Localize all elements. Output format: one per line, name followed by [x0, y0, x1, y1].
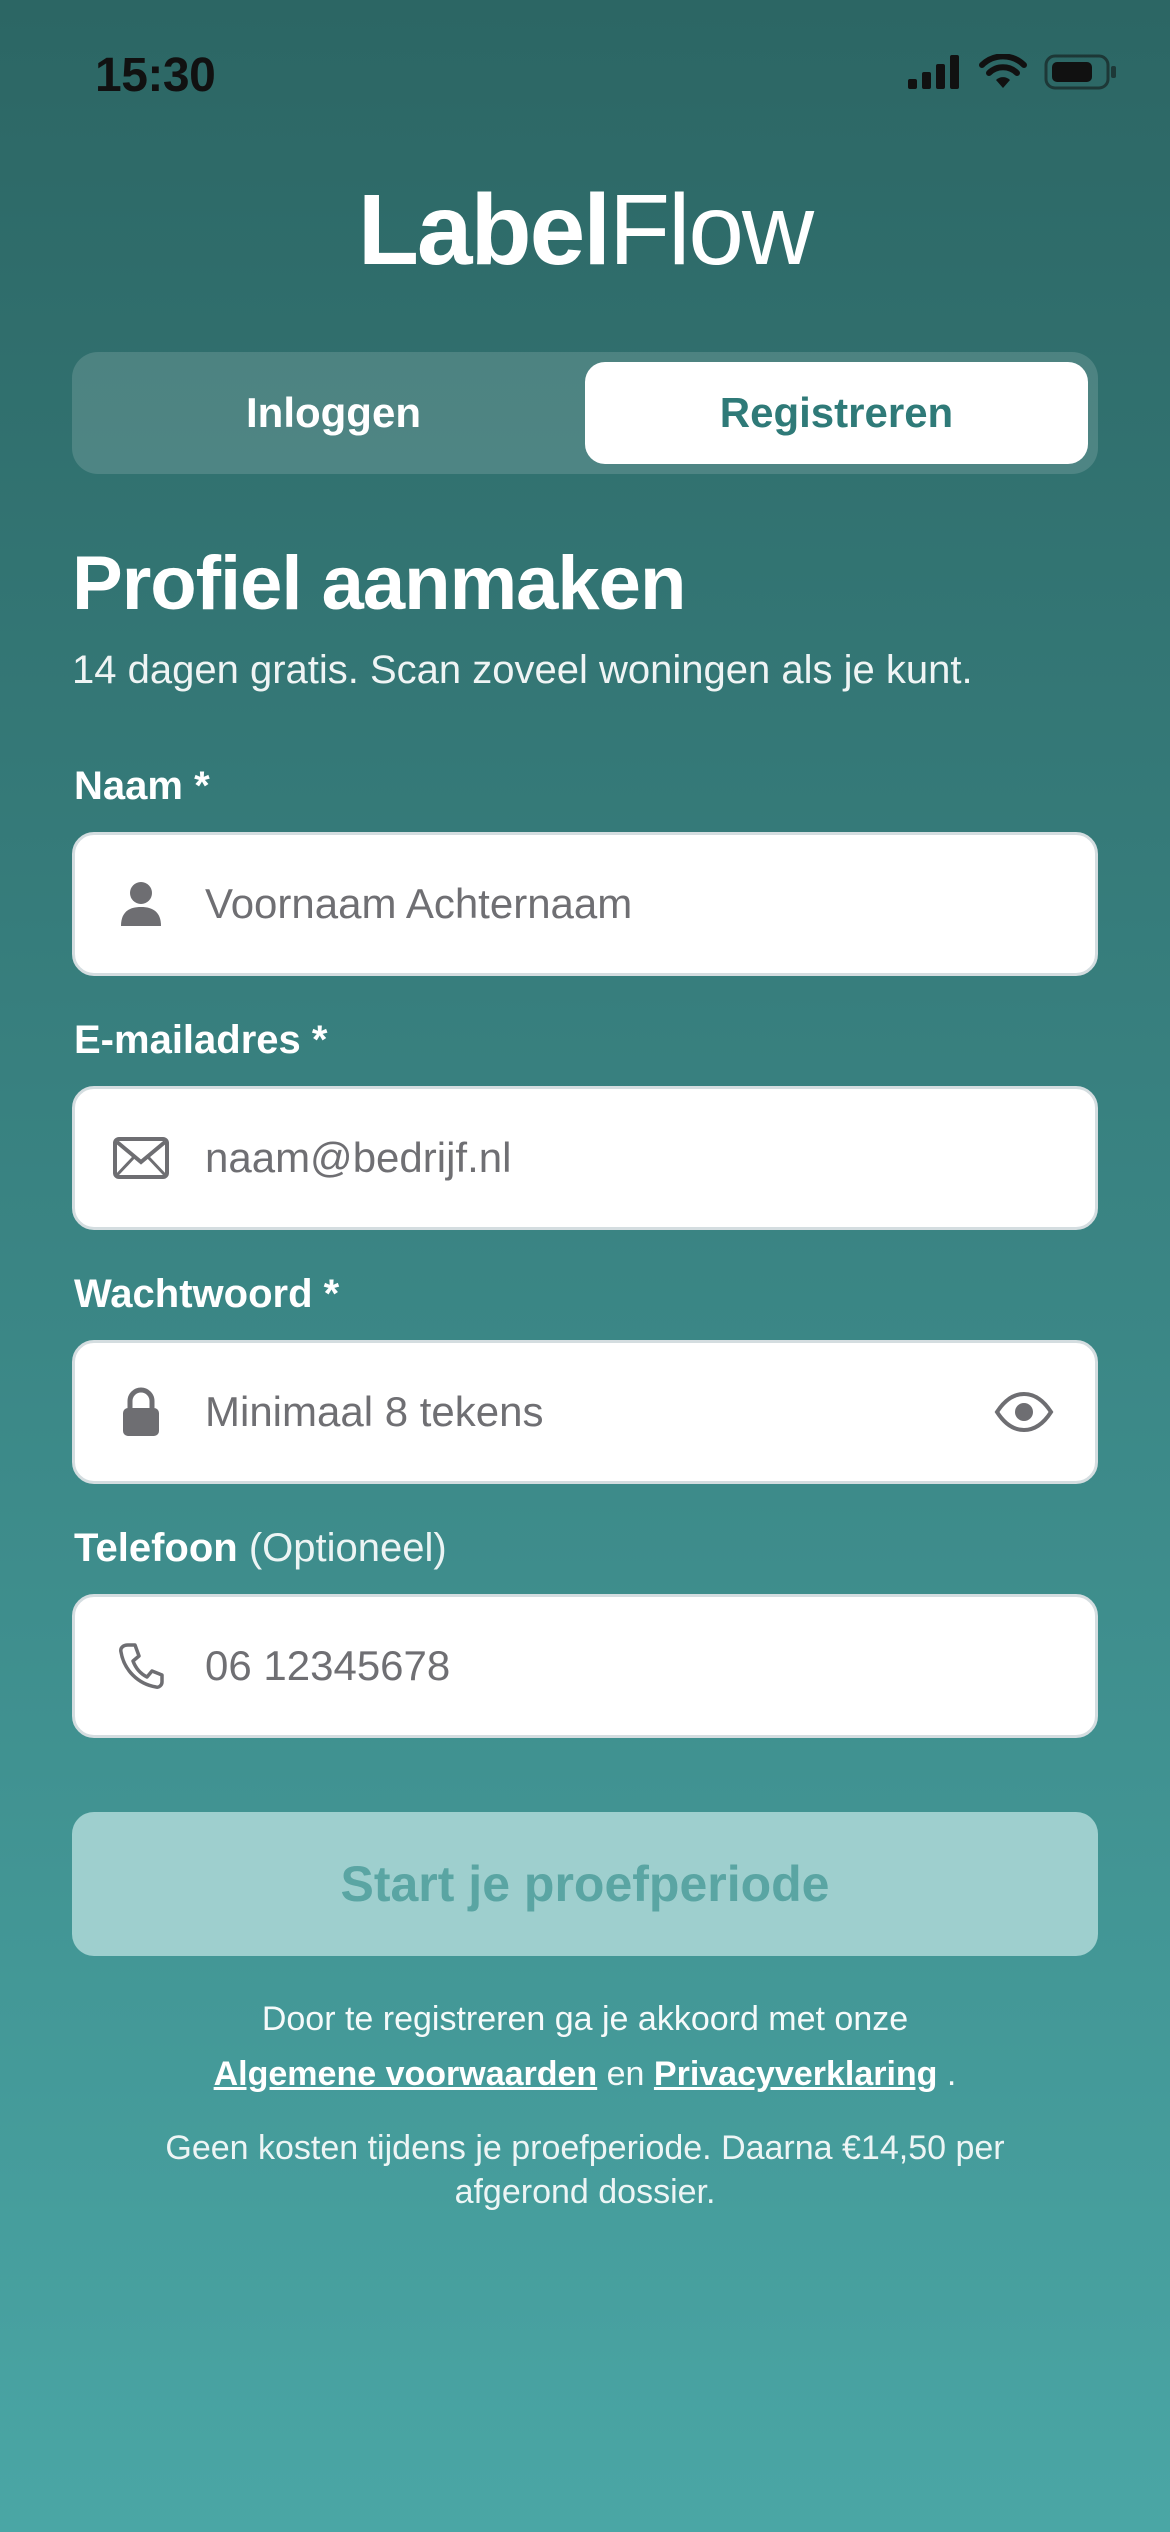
signal-icon	[908, 55, 959, 89]
start-trial-button[interactable]: Start je proefperiode	[72, 1812, 1098, 1956]
person-icon	[109, 872, 173, 936]
required-mark: *	[194, 764, 210, 808]
status-icons	[908, 54, 1118, 90]
name-input[interactable]	[205, 835, 975, 973]
logo-bold-part: Label	[357, 174, 611, 286]
envelope-icon	[109, 1126, 173, 1190]
email-input[interactable]	[205, 1089, 975, 1227]
phone-field[interactable]	[72, 1594, 1098, 1738]
terms-link[interactable]: Algemene voorwaarden	[214, 2055, 598, 2093]
required-mark: *	[323, 1272, 340, 1316]
logo-light-part: Flow	[609, 174, 814, 286]
page-subtitle: 14 dagen gratis. Scan zoveel woningen al…	[72, 648, 973, 692]
email-label-text: E-mailadres	[74, 1018, 301, 1062]
lock-icon	[109, 1380, 173, 1444]
legal-links: Algemene voorwaarden en Privacyverklarin…	[0, 2055, 1170, 2094]
status-bar: 15:30	[0, 0, 1170, 150]
pricing-note: Geen kosten tijdens je proefperiode. Daa…	[165, 2129, 1005, 2211]
email-field[interactable]	[72, 1086, 1098, 1230]
wifi-icon	[979, 54, 1027, 88]
status-time: 15:30	[95, 49, 216, 102]
legal-period: .	[946, 2055, 957, 2093]
tab-registreren[interactable]: Registreren	[585, 362, 1088, 464]
password-label-text: Wachtwoord	[74, 1272, 313, 1316]
phone-icon	[109, 1634, 173, 1698]
password-field[interactable]	[72, 1340, 1098, 1484]
app-logo: LabelFlow	[0, 180, 1170, 280]
privacy-link[interactable]: Privacyverklaring	[654, 2055, 938, 2093]
phone-label: Telefoon (Optioneel)	[74, 1526, 447, 1571]
legal-intro: Door te registreren ga je akkoord met on…	[261, 2000, 909, 2038]
legal-conjunction: en	[606, 2055, 645, 2093]
phone-label-text: Telefoon	[74, 1526, 238, 1570]
phone-input[interactable]	[205, 1597, 975, 1735]
tab-inloggen[interactable]: Inloggen	[82, 362, 585, 464]
eye-icon[interactable]	[989, 1384, 1059, 1440]
name-label-text: Naam	[74, 764, 183, 808]
name-field[interactable]	[72, 832, 1098, 976]
auth-tab-switch: Inloggen Registreren	[72, 352, 1098, 474]
password-input[interactable]	[205, 1343, 975, 1481]
page-title: Profiel aanmaken	[72, 541, 686, 626]
optional-text: (Optioneel)	[248, 1526, 447, 1570]
password-label: Wachtwoord *	[74, 1272, 339, 1317]
required-mark: *	[311, 1018, 328, 1062]
name-label: Naam *	[74, 764, 210, 809]
email-label: E-mailadres *	[74, 1018, 327, 1063]
battery-icon	[1044, 54, 1116, 90]
